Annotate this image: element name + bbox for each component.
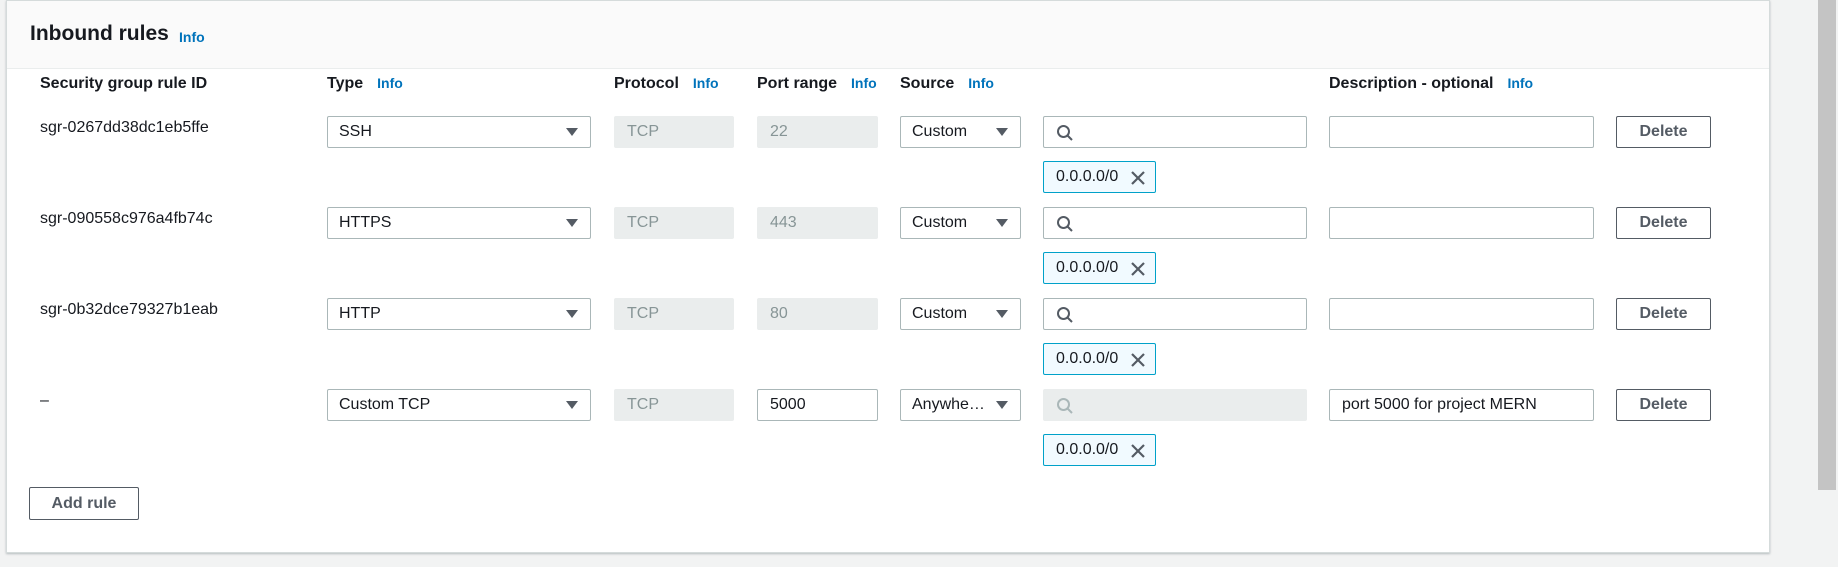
cidr-token: 0.0.0.0/0 (1043, 343, 1156, 375)
protocol-field: TCP (614, 207, 734, 239)
column-header-source: Source Info (900, 75, 994, 92)
delete-button[interactable]: Delete (1616, 116, 1711, 148)
delete-button[interactable]: Delete (1616, 207, 1711, 239)
type-select[interactable]: HTTP (327, 298, 591, 330)
cidr-value: 0.0.0.0/0 (1056, 441, 1119, 458)
caret-down-icon (566, 219, 578, 227)
cidr-search-input[interactable] (1043, 298, 1307, 330)
protocol-info-link[interactable]: Info (693, 75, 719, 91)
source-select[interactable]: Anywhe… (900, 389, 1021, 421)
delete-button[interactable]: Delete (1616, 298, 1711, 330)
type-info-link[interactable]: Info (377, 75, 403, 91)
cidr-value: 0.0.0.0/0 (1056, 168, 1119, 185)
panel-header: Inbound rules Info (7, 1, 1769, 69)
description-info-link[interactable]: Info (1507, 75, 1533, 91)
description-input[interactable]: port 5000 for project MERN (1329, 389, 1594, 421)
type-select[interactable]: SSH (327, 116, 591, 148)
protocol-field: TCP (614, 389, 734, 421)
cidr-search-input[interactable] (1043, 116, 1307, 148)
section-info-link[interactable]: Info (179, 29, 205, 45)
caret-down-icon (996, 219, 1008, 227)
description-input[interactable] (1329, 298, 1594, 330)
type-select[interactable]: HTTPS (327, 207, 591, 239)
rule-id: – (40, 392, 49, 409)
close-icon[interactable] (1129, 442, 1147, 460)
source-value: Custom (912, 123, 968, 140)
source-value: Custom (912, 305, 968, 322)
add-rule-button[interactable]: Add rule (29, 487, 139, 520)
cidr-token: 0.0.0.0/0 (1043, 161, 1156, 193)
section-title: Inbound rules (30, 22, 169, 45)
source-select[interactable]: Custom (900, 298, 1021, 330)
caret-down-icon (566, 401, 578, 409)
close-icon[interactable] (1129, 169, 1147, 187)
search-icon (1057, 398, 1073, 414)
description-input[interactable] (1329, 207, 1594, 239)
column-header-type: Type Info (327, 75, 403, 92)
type-value: Custom TCP (339, 396, 431, 413)
cidr-search-input[interactable] (1043, 207, 1307, 239)
port-range-field: 22 (757, 116, 878, 148)
caret-down-icon (566, 128, 578, 136)
source-select[interactable]: Custom (900, 116, 1021, 148)
cidr-token: 0.0.0.0/0 (1043, 434, 1156, 466)
source-value: Custom (912, 214, 968, 231)
rule-id: sgr-090558c976a4fb74c (40, 210, 213, 227)
column-header-protocol: Protocol Info (614, 75, 719, 92)
caret-down-icon (996, 310, 1008, 318)
port-range-info-link[interactable]: Info (851, 75, 877, 91)
source-select[interactable]: Custom (900, 207, 1021, 239)
cidr-value: 0.0.0.0/0 (1056, 259, 1119, 276)
scrollbar-thumb[interactable] (1818, 0, 1836, 490)
port-range-input[interactable]: 5000 (757, 389, 878, 421)
protocol-field: TCP (614, 116, 734, 148)
port-range-field: 443 (757, 207, 878, 239)
type-value: HTTPS (339, 214, 392, 231)
description-input[interactable] (1329, 116, 1594, 148)
cidr-value: 0.0.0.0/0 (1056, 350, 1119, 367)
close-icon[interactable] (1129, 260, 1147, 278)
search-icon (1057, 307, 1073, 323)
source-value: Anywhe… (912, 396, 985, 413)
caret-down-icon (996, 401, 1008, 409)
column-header-rule-id: Security group rule ID (40, 75, 208, 92)
port-range-field: 80 (757, 298, 878, 330)
rule-id: sgr-0b32dce79327b1eab (40, 301, 218, 318)
search-icon (1057, 216, 1073, 232)
caret-down-icon (996, 128, 1008, 136)
cidr-search-input (1043, 389, 1307, 421)
source-info-link[interactable]: Info (968, 75, 994, 91)
close-icon[interactable] (1129, 351, 1147, 369)
column-header-port-range: Port range Info (757, 75, 877, 92)
protocol-field: TCP (614, 298, 734, 330)
column-header-description: Description - optional Info (1329, 75, 1534, 92)
type-select[interactable]: Custom TCP (327, 389, 591, 421)
caret-down-icon (566, 310, 578, 318)
cidr-token: 0.0.0.0/0 (1043, 252, 1156, 284)
rule-id: sgr-0267dd38dc1eb5ffe (40, 119, 209, 136)
type-value: SSH (339, 123, 372, 140)
delete-button[interactable]: Delete (1616, 389, 1711, 421)
search-icon (1057, 125, 1073, 141)
type-value: HTTP (339, 305, 381, 322)
